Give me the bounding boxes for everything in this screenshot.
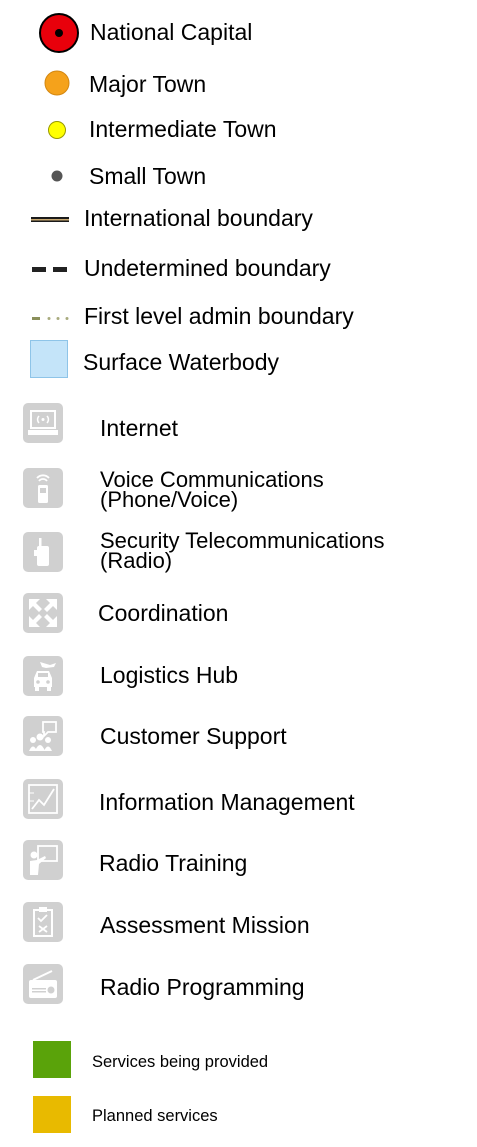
assessment-mission-label: Assessment Mission [100, 912, 310, 938]
radio-programming-icon [23, 964, 63, 1004]
assessment-mission-icon [23, 902, 63, 942]
first-level-boundary-label: First level admin boundary [84, 303, 354, 329]
small-town-symbol [49, 168, 65, 184]
voice-communications-label: Voice Communications (Phone/Voice) [100, 469, 324, 512]
internet-icon [23, 403, 63, 443]
major-town-symbol [43, 69, 71, 97]
phone-icon [23, 468, 63, 508]
international-boundary-label: International boundary [84, 205, 313, 231]
security-telecommunications-line2: (Radio) [100, 548, 173, 573]
information-management-icon [23, 779, 63, 819]
coordination-label: Coordination [98, 600, 229, 626]
internet-label: Internet [100, 415, 178, 441]
services-provided-swatch [33, 1041, 71, 1078]
coordination-icon [23, 593, 63, 633]
planned-services-label: Planned services [92, 1107, 218, 1125]
radio-training-icon [23, 840, 63, 880]
logistics-hub-label: Logistics Hub [100, 662, 239, 688]
radio-programming-label: Radio Programming [100, 974, 305, 1000]
national-capital-symbol [38, 12, 80, 54]
waterbody-swatch [30, 340, 68, 378]
undetermined-boundary-label: Undetermined boundary [84, 255, 331, 281]
voice-communications-line2: (Phone/Voice) [100, 487, 239, 512]
intermediate-town-label: Intermediate Town [89, 116, 277, 142]
first-level-boundary-symbol [30, 311, 74, 321]
customer-support-label: Customer Support [100, 723, 287, 749]
national-capital-label: National Capital [90, 19, 253, 45]
small-town-label: Small Town [89, 163, 207, 189]
major-town-label: Major Town [89, 71, 207, 97]
waterbody-label: Surface Waterbody [83, 349, 280, 375]
logistics-hub-icon [23, 656, 63, 696]
information-management-label: Information Management [99, 789, 355, 815]
radio-icon [23, 532, 63, 572]
intermediate-town-symbol [46, 119, 68, 141]
international-boundary-symbol [30, 212, 70, 222]
services-provided-label: Services being provided [92, 1053, 269, 1071]
planned-services-swatch [33, 1096, 71, 1133]
undetermined-boundary-symbol [30, 262, 70, 272]
radio-training-label: Radio Training [99, 850, 248, 876]
customer-support-icon [23, 716, 63, 756]
security-telecommunications-label: Security Telecommunications (Radio) [100, 530, 385, 573]
